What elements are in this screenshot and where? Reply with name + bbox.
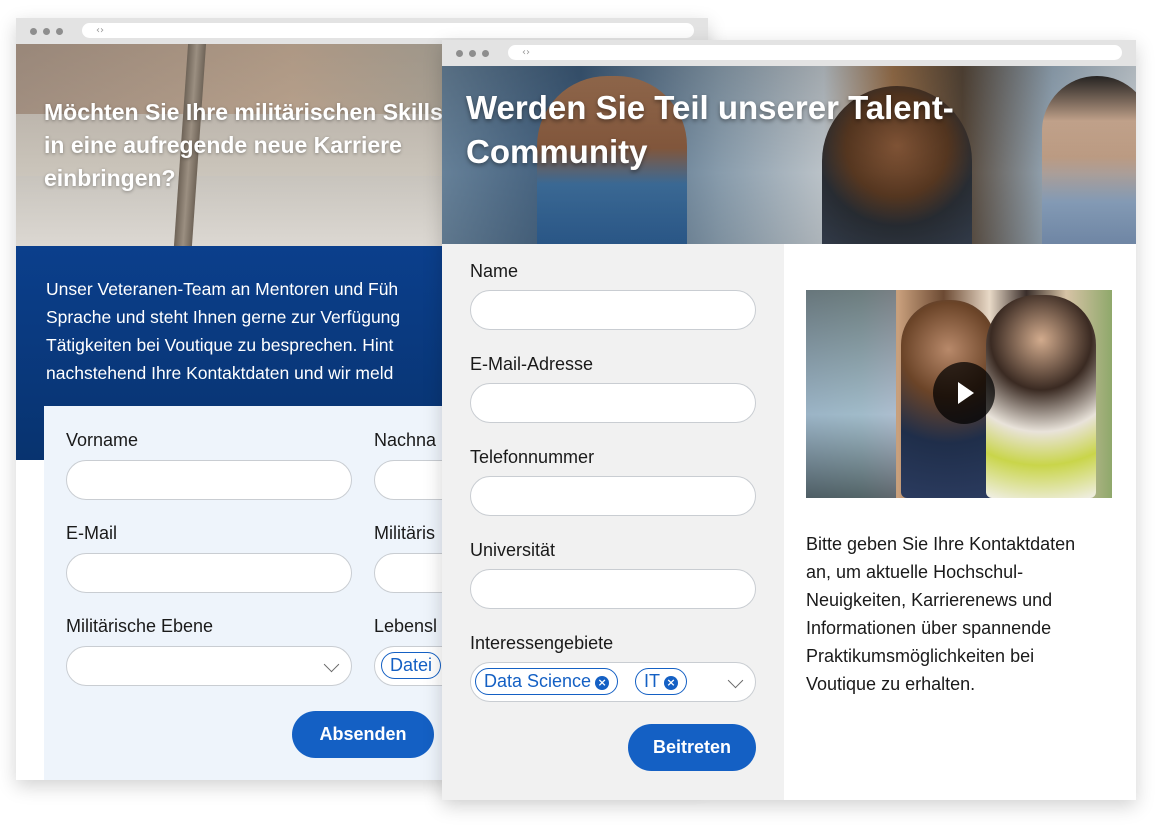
military-level-select[interactable]	[66, 646, 352, 686]
page-title: Möchten Sie Ihre militärischen Skills in…	[44, 99, 443, 191]
military-level-label: Militärische Ebene	[66, 616, 214, 636]
university-input[interactable]	[470, 569, 756, 609]
browser-chrome: ‹›	[442, 40, 1136, 66]
phone-label: Telefonnummer	[470, 447, 595, 467]
chevron-down-icon	[323, 656, 340, 673]
signup-form: Name E-Mail-Adresse Telefonnummer Univer…	[442, 244, 784, 800]
window-dot	[482, 50, 489, 57]
interests-multiselect[interactable]: Data Science × IT ×	[470, 662, 756, 702]
chevron-down-icon[interactable]	[727, 672, 744, 689]
military-label: Militäris	[374, 523, 435, 543]
window-dot	[56, 28, 63, 35]
description-line: Bitte geben Sie Ihre Kontaktdaten	[806, 534, 1076, 554]
name-label: Name	[470, 261, 519, 281]
nav-arrows-icon: ‹›	[522, 47, 530, 58]
description-line: Voutique zu erhalten.	[806, 674, 976, 694]
last-name-label: Nachna	[374, 430, 437, 450]
description-line: Praktikumsmöglichkeiten bei	[806, 646, 1035, 666]
first-name-input[interactable]	[66, 460, 352, 500]
join-button[interactable]: Beitreten	[628, 724, 756, 771]
email-input[interactable]	[470, 383, 756, 423]
interests-label: Interessengebiete	[470, 633, 614, 653]
description-line: Neuigkeiten, Karrierenews und	[806, 590, 1053, 610]
email-label: E-Mail	[66, 523, 118, 543]
interest-chip[interactable]: IT ×	[635, 668, 687, 695]
email-input[interactable]	[66, 553, 352, 593]
name-input[interactable]	[470, 290, 756, 330]
window-dot	[469, 50, 476, 57]
window-dot	[30, 28, 37, 35]
page-title: Werden Sie Teil unserer Talent-Community	[466, 89, 954, 170]
description-line: an, um aktuelle Hochschul-	[806, 562, 1024, 582]
address-bar[interactable]: ‹›	[82, 23, 694, 38]
window-dot	[456, 50, 463, 57]
remove-chip-icon[interactable]: ×	[664, 676, 678, 690]
interest-chip-label: Data Science	[484, 671, 592, 691]
window-dot	[43, 28, 50, 35]
first-name-label: Vorname	[66, 430, 139, 450]
interest-chip[interactable]: Data Science ×	[475, 668, 619, 695]
university-label: Universität	[470, 540, 556, 560]
resume-label: Lebensl	[374, 616, 438, 636]
submit-button[interactable]: Absenden	[292, 711, 434, 758]
play-icon[interactable]	[933, 362, 995, 424]
video-player[interactable]	[806, 290, 1112, 498]
nav-arrows-icon: ‹›	[96, 25, 104, 36]
resume-file-chip[interactable]: Datei	[381, 652, 442, 679]
description-text: Bitte geben Sie Ihre Kontaktdaten an, um…	[806, 530, 1106, 698]
address-bar[interactable]: ‹›	[508, 45, 1122, 60]
phone-input[interactable]	[470, 476, 756, 516]
front-browser-window: ‹› Werden Sie Teil unserer Talent-Commun…	[442, 40, 1136, 800]
email-label: E-Mail-Adresse	[470, 354, 594, 374]
remove-chip-icon[interactable]: ×	[595, 676, 610, 690]
interest-chip-label: IT	[644, 671, 660, 691]
description-line: Informationen über spannende	[806, 618, 1052, 638]
